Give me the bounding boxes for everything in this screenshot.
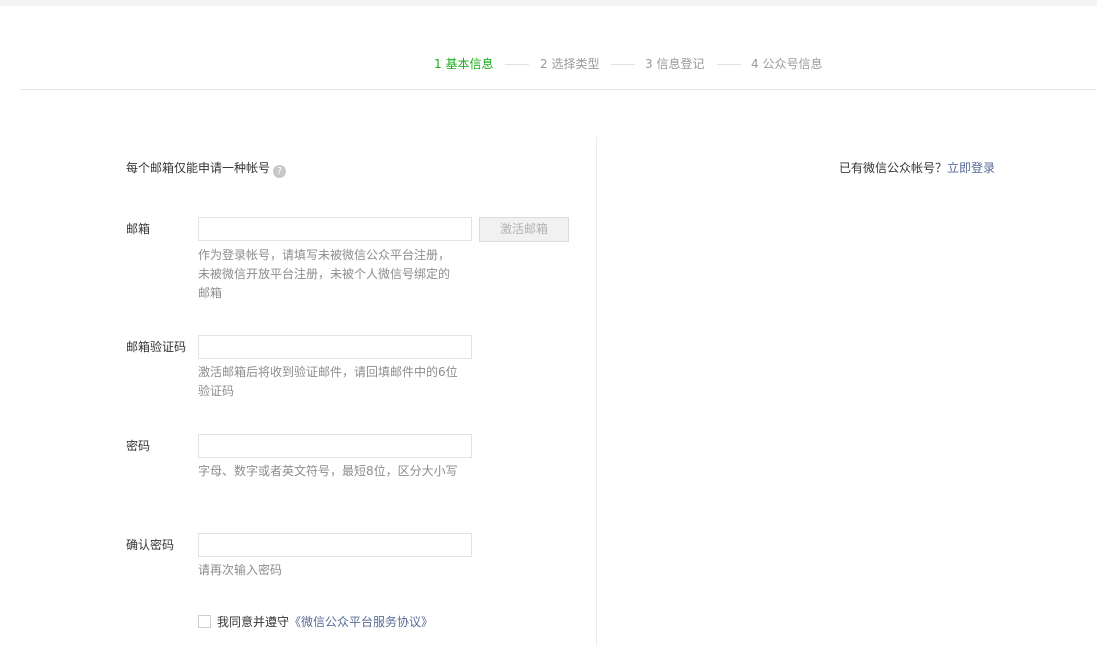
agreement-link[interactable]: 《微信公众平台服务协议》: [289, 615, 433, 629]
step-progress: 1 基本信息 2 选择类型 3 信息登记 4 公众号信息: [0, 54, 1097, 74]
step-connector: [611, 64, 635, 65]
email-label: 邮箱: [126, 222, 151, 236]
email-input[interactable]: [198, 217, 472, 241]
code-tip: 激活邮箱后将收到验证邮件，请回填邮件中的6位验证码: [198, 365, 458, 398]
password-tip: 字母、数字或者英文符号，最短8位，区分大小写: [198, 464, 458, 478]
confirm-password-label: 确认密码: [126, 538, 175, 552]
top-bar: [0, 0, 1097, 6]
step-2: 2 选择类型: [540, 57, 600, 71]
password-label: 密码: [126, 439, 151, 453]
code-label: 邮箱验证码: [126, 340, 187, 354]
step-1: 1 基本信息: [434, 57, 494, 71]
step-4: 4 公众号信息: [751, 57, 823, 71]
step-connector: [505, 64, 529, 65]
code-input[interactable]: [198, 335, 472, 359]
header-divider: [20, 89, 1097, 90]
email-notice-text: 每个邮箱仅能申请一种帐号: [126, 161, 271, 175]
email-notice: 每个邮箱仅能申请一种帐号?: [126, 158, 287, 178]
login-link[interactable]: 立即登录: [947, 161, 995, 175]
step-3: 3 信息登记: [645, 57, 705, 71]
activate-email-button[interactable]: 激活邮箱: [479, 217, 569, 242]
step-connector: [717, 64, 741, 65]
login-hint: 已有微信公众帐号？立即登录: [760, 158, 995, 178]
login-prompt: 已有微信公众帐号？: [838, 161, 947, 175]
help-icon[interactable]: ?: [273, 165, 287, 178]
agree-text: 我同意并遵守: [217, 615, 290, 629]
confirm-password-tip: 请再次输入密码: [198, 563, 283, 577]
password-input[interactable]: [198, 434, 472, 458]
email-tip: 作为登录帐号，请填写未被微信公众平台注册，未被微信开放平台注册，未被个人微信号绑…: [198, 248, 451, 300]
confirm-password-input[interactable]: [198, 533, 472, 557]
column-divider: [596, 137, 597, 646]
agreement-row: 我同意并遵守《微信公众平台服务协议》: [198, 612, 433, 632]
agree-checkbox[interactable]: [198, 615, 211, 628]
